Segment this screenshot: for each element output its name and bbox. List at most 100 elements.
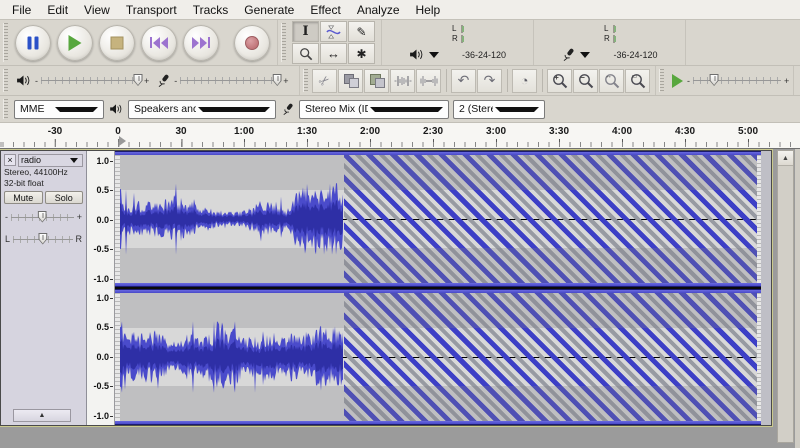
play-button[interactable] — [57, 25, 93, 61]
pan-slider[interactable]: L R — [4, 234, 83, 244]
playback-speed-slider[interactable]: - + — [687, 76, 789, 86]
waveform-channel-left[interactable] — [115, 151, 761, 287]
clip-left-edge[interactable] — [115, 155, 120, 283]
toolbar-grip[interactable] — [659, 69, 664, 92]
multi-tool-button[interactable]: ✱ — [348, 43, 375, 64]
gain-slider[interactable]: - + — [4, 212, 83, 222]
input-volume-thumb[interactable] — [273, 74, 282, 86]
timeline-tick-label: 3:30 — [549, 126, 569, 137]
clip-left-edge[interactable] — [115, 293, 120, 421]
stop-button[interactable] — [99, 25, 135, 61]
menu-item[interactable]: Effect — [302, 1, 348, 19]
menu-item[interactable]: Analyze — [349, 1, 408, 19]
paste-button[interactable] — [364, 69, 389, 93]
selection-tool-button[interactable]: I — [292, 21, 319, 42]
timeline-tick-label: 1:00 — [234, 126, 254, 137]
fit-selection-button[interactable]: ↔ — [599, 69, 624, 93]
skip-to-end-button[interactable] — [183, 25, 219, 61]
waveform-right[interactable] — [120, 293, 344, 421]
output-volume-thumb[interactable] — [134, 74, 143, 86]
record-button[interactable] — [234, 25, 270, 61]
playback-device-select[interactable]: Speakers and Headphon — [128, 100, 276, 119]
recording-meter[interactable]: L R -36-24-120 — [534, 20, 686, 65]
silence-audio-button[interactable] — [416, 69, 441, 93]
timeline-tick-label: 30 — [175, 126, 186, 137]
track-name-menu[interactable]: radio — [18, 154, 83, 167]
menu-item[interactable]: Help — [408, 1, 449, 19]
draw-tool-button[interactable]: ✎ — [348, 21, 375, 42]
menu-item[interactable]: File — [4, 1, 39, 19]
menu-item[interactable]: Tracks — [185, 1, 237, 19]
meter-dropdown-arrow[interactable] — [580, 52, 590, 58]
trim-audio-button[interactable] — [390, 69, 415, 93]
gain-track[interactable] — [11, 214, 74, 221]
waveform-left[interactable] — [120, 155, 344, 283]
mixer-toolbar: - + - + — [0, 66, 300, 95]
meter-dropdown-arrow[interactable] — [429, 52, 439, 58]
timeline-ruler[interactable]: -300301:001:302:002:303:003:304:004:305:… — [0, 123, 800, 149]
toolbar-grip[interactable] — [303, 69, 308, 92]
pause-button[interactable] — [15, 25, 51, 61]
toolbar-grip[interactable] — [3, 69, 8, 92]
trim-audio-icon — [394, 75, 412, 87]
pan-thumb[interactable] — [38, 233, 47, 245]
clip-right-edge[interactable] — [757, 155, 761, 283]
playback-speed-thumb[interactable] — [710, 74, 719, 86]
zoom-in-button[interactable]: + — [547, 69, 572, 93]
skip-to-start-button[interactable] — [141, 25, 177, 61]
waveform-channel-right[interactable] — [115, 289, 761, 425]
menu-item[interactable]: Generate — [236, 1, 302, 19]
pause-icon — [28, 36, 39, 49]
slider-min-label: - — [687, 76, 690, 86]
cut-button[interactable]: ✂ — [312, 69, 337, 93]
vertical-scrollbar[interactable]: ▲ — [777, 150, 794, 443]
input-volume-slider[interactable]: - + — [174, 76, 288, 86]
skip-to-start-icon — [150, 37, 168, 49]
playback-meter-bar-left[interactable] — [461, 25, 463, 33]
playback-speed-track[interactable] — [693, 77, 781, 84]
fit-project-button[interactable]: ▭ — [625, 69, 650, 93]
scroll-up-button[interactable]: ▲ — [778, 151, 793, 166]
slider-max-label: + — [144, 76, 149, 86]
pan-track[interactable] — [13, 236, 72, 243]
mute-button[interactable]: Mute — [4, 191, 43, 204]
toolbar-grip[interactable] — [3, 23, 8, 62]
envelope-tool-button[interactable] — [320, 21, 347, 42]
output-volume-slider[interactable]: - + — [35, 76, 149, 86]
meter-right-label: R — [452, 35, 461, 43]
menu-item[interactable]: Transport — [118, 1, 185, 19]
menu-item[interactable]: View — [76, 1, 118, 19]
recording-device-select[interactable]: Stereo Mix (IDT High De — [299, 100, 449, 119]
play-cursor-icon[interactable] — [119, 136, 126, 146]
close-track-button[interactable]: × — [4, 154, 16, 166]
zoom-out-button[interactable]: − — [573, 69, 598, 93]
gain-thumb[interactable] — [38, 211, 47, 223]
recording-meter-bar-right[interactable] — [613, 35, 615, 43]
undo-button[interactable]: ↶ — [451, 69, 476, 93]
transcription-toolbar: - + — [656, 66, 794, 95]
input-volume-track[interactable] — [180, 77, 280, 84]
slider-max-label: + — [283, 76, 288, 86]
zoom-tool-button[interactable] — [292, 43, 319, 64]
playback-meter[interactable]: L R -36-24-120 — [382, 20, 534, 65]
waveform-view[interactable] — [115, 151, 771, 425]
copy-button[interactable] — [338, 69, 363, 93]
multi-tool-icon: ✱ — [356, 47, 366, 61]
collapse-track-button[interactable]: ▲ — [13, 409, 71, 422]
recording-meter-bar-left[interactable] — [613, 25, 615, 33]
toolbar-grip[interactable] — [3, 99, 8, 119]
audio-host-select[interactable]: MME — [14, 100, 104, 119]
sync-lock-button[interactable]: ◔ — [512, 69, 537, 93]
toolbar-grip[interactable] — [281, 23, 286, 62]
playback-meter-bar-right[interactable] — [461, 35, 463, 43]
solo-button[interactable]: Solo — [45, 191, 84, 204]
play-at-speed-button[interactable] — [668, 74, 687, 88]
timeshift-tool-button[interactable]: ↔ — [320, 43, 347, 64]
speaker-icon — [16, 75, 31, 86]
redo-button[interactable]: ↷ — [477, 69, 502, 93]
output-volume-track[interactable] — [41, 77, 141, 84]
timeline-tick-label: -30 — [48, 126, 62, 137]
clip-right-edge[interactable] — [757, 293, 761, 421]
menu-item[interactable]: Edit — [39, 1, 76, 19]
recording-channels-select[interactable]: 2 (Stereo) Inp — [453, 100, 545, 119]
